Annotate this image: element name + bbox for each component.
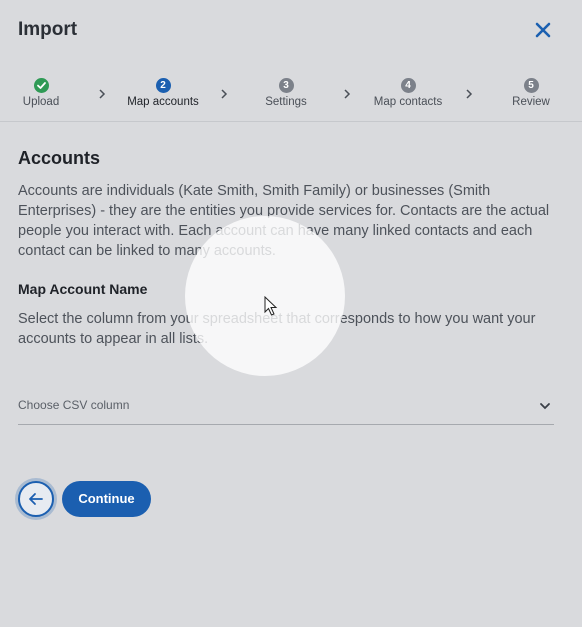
header-divider (0, 121, 582, 122)
step-settings[interactable]: 3 Settings (236, 78, 336, 108)
section-heading: Accounts (18, 148, 101, 168)
select-placeholder: Choose CSV column (18, 398, 130, 412)
chevron-right-icon (466, 89, 473, 99)
chevron-right-icon (221, 89, 228, 99)
back-button[interactable] (18, 481, 54, 517)
step-map-accounts[interactable]: 2 Map accounts (113, 78, 213, 108)
csv-column-select[interactable]: Choose CSV column (18, 390, 554, 425)
check-icon (33, 78, 49, 93)
main-content: Accounts Accounts are individuals (Kate … (18, 148, 554, 349)
chevron-right-icon (344, 89, 351, 99)
step-map-contacts[interactable]: 4 Map contacts (358, 78, 458, 108)
step-number: 4 (400, 78, 416, 93)
subsection-description: Select the column from your spreadsheet … (18, 311, 536, 347)
step-label: Settings (265, 96, 307, 108)
close-icon[interactable] (532, 19, 554, 41)
step-review[interactable]: 5 Review (481, 78, 581, 108)
step-number: 3 (278, 78, 294, 93)
step-number: 5 (523, 78, 539, 93)
section-description: Accounts are individuals (Kate Smith, Sm… (18, 183, 550, 259)
dialog-header: Import (0, 0, 582, 62)
step-label: Upload (22, 96, 60, 108)
step-label: Map accounts (127, 96, 199, 108)
arrow-left-icon (29, 493, 43, 505)
chevron-down-icon (540, 403, 550, 410)
import-stepper: Upload 2 Map accounts 3 Settings 4 Map c… (0, 72, 582, 122)
step-label: Review (512, 96, 550, 108)
dialog-title: Import (18, 19, 78, 40)
subsection-heading: Map Account Name (18, 281, 148, 297)
step-upload[interactable]: Upload (0, 78, 91, 108)
step-label: Map contacts (373, 96, 443, 108)
step-number: 2 (155, 78, 171, 93)
chevron-right-icon (99, 89, 106, 99)
continue-button[interactable]: Continue (62, 481, 151, 517)
